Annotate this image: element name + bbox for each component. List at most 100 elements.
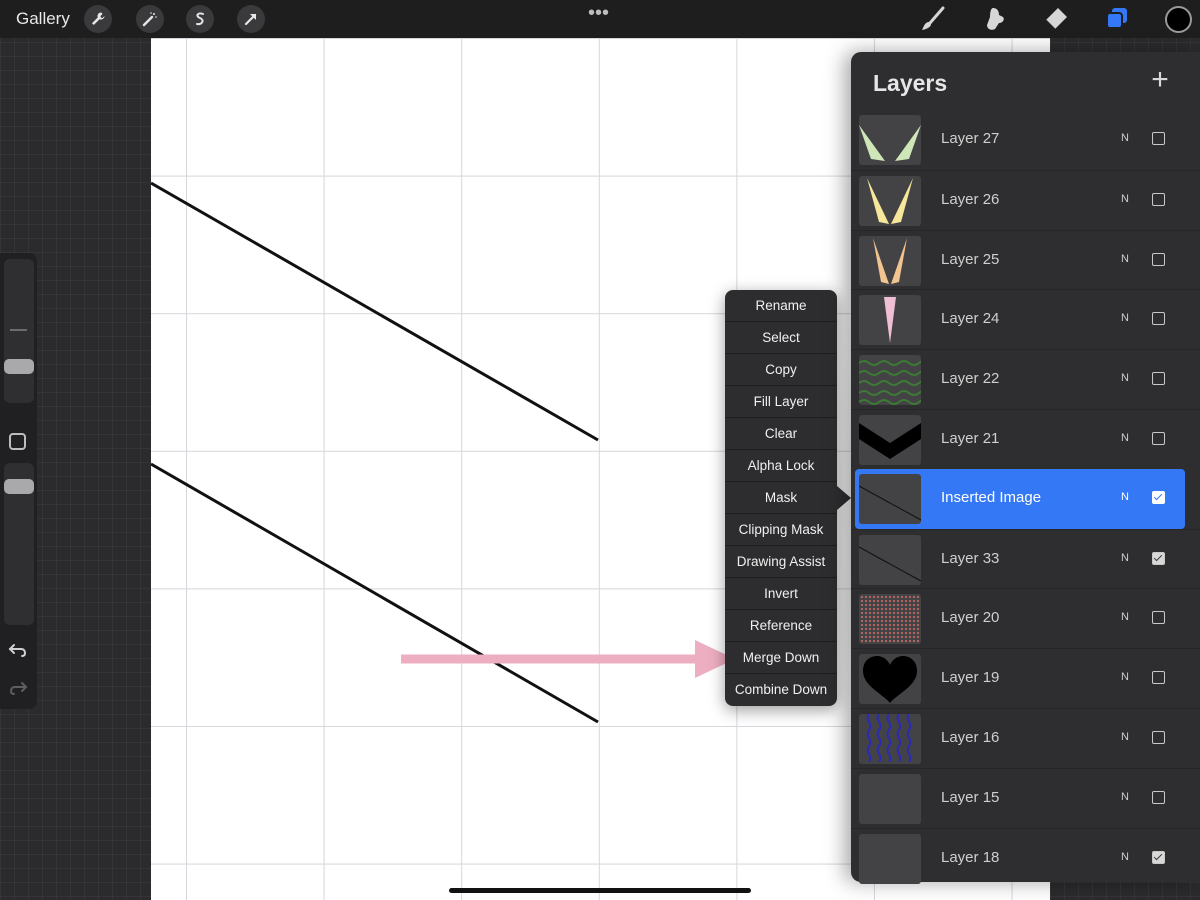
brush-size-slider[interactable] <box>4 259 34 403</box>
layer-name: Layer 27 <box>941 130 1000 147</box>
layer-row[interactable]: Layer 27 N <box>851 110 1200 170</box>
layer-thumbnail <box>859 773 921 824</box>
blend-mode-button[interactable]: N <box>1121 791 1129 803</box>
blend-mode-button[interactable]: N <box>1121 851 1129 863</box>
top-toolbar: Gallery ••• <box>0 0 1200 38</box>
redo-icon[interactable] <box>8 677 28 697</box>
visibility-checkbox[interactable] <box>1152 490 1165 504</box>
layer-thumbnail <box>859 295 921 346</box>
diagonal-stroke-bottom <box>151 462 599 724</box>
layer-name: Layer 20 <box>941 609 1000 627</box>
layer-thumbnail <box>859 414 921 465</box>
layer-name: Layer 15 <box>941 788 1000 806</box>
layer-thumbnail <box>859 175 921 226</box>
layer-thumbnail <box>859 115 921 165</box>
modify-button[interactable] <box>9 433 26 450</box>
layer-thumbnail <box>859 654 921 705</box>
layer-name: Layer 19 <box>941 669 1000 687</box>
layer-options-menu: Rename Select Copy Fill Layer Clear Alph… <box>725 290 837 706</box>
left-sidebar <box>0 253 37 709</box>
menu-item-clipping-mask[interactable]: Clipping Mask <box>725 514 837 546</box>
visibility-checkbox[interactable] <box>1152 312 1165 326</box>
visibility-checkbox[interactable] <box>1152 671 1165 685</box>
add-layer-button[interactable]: + <box>1147 65 1173 95</box>
layer-name: Layer 33 <box>941 549 1000 567</box>
blend-mode-button[interactable]: N <box>1121 132 1129 144</box>
blend-mode-button[interactable]: N <box>1121 372 1129 384</box>
undo-icon[interactable] <box>8 639 28 659</box>
visibility-checkbox[interactable] <box>1152 551 1165 565</box>
blend-mode-button[interactable]: N <box>1121 312 1129 324</box>
layer-row[interactable]: Layer 26 N <box>851 169 1200 230</box>
wrench-icon[interactable] <box>84 5 112 33</box>
layers-icon[interactable] <box>1102 4 1132 34</box>
layer-row[interactable]: Layer 19 N <box>851 648 1200 708</box>
gallery-button[interactable]: Gallery <box>16 9 70 29</box>
visibility-checkbox[interactable] <box>1152 372 1165 386</box>
menu-item-combine-down[interactable]: Combine Down <box>725 674 837 706</box>
brush-icon[interactable] <box>918 4 948 34</box>
blend-mode-button[interactable]: N <box>1121 671 1129 683</box>
layer-row[interactable]: Layer 33 N <box>851 528 1200 589</box>
blend-mode-button[interactable]: N <box>1121 193 1129 205</box>
menu-item-reference[interactable]: Reference <box>725 610 837 642</box>
diagonal-stroke-top <box>151 181 599 442</box>
layer-row[interactable]: Layer 25 N <box>851 229 1200 290</box>
opacity-slider[interactable] <box>4 463 34 625</box>
smudge-icon[interactable] <box>980 4 1010 34</box>
menu-item-drawing-assist[interactable]: Drawing Assist <box>725 546 837 578</box>
more-options-icon[interactable]: ••• <box>588 2 609 25</box>
menu-item-select[interactable]: Select <box>725 322 837 354</box>
layer-row[interactable]: Layer 20 N <box>851 588 1200 648</box>
menu-item-invert[interactable]: Invert <box>725 578 837 610</box>
layer-thumbnail <box>859 833 921 884</box>
eraser-icon[interactable] <box>1041 4 1071 34</box>
blend-mode-button[interactable]: N <box>1121 253 1129 265</box>
layer-list: Layer 27 N Layer 26 N Layer 25 N Layer 2… <box>851 110 1200 887</box>
layer-row[interactable]: Layer 24 N <box>851 289 1200 349</box>
visibility-checkbox[interactable] <box>1152 431 1165 445</box>
magic-wand-icon[interactable] <box>136 5 164 33</box>
menu-item-copy[interactable]: Copy <box>725 354 837 386</box>
layer-thumbnail <box>859 355 921 406</box>
menu-item-merge-down[interactable]: Merge Down <box>725 642 837 674</box>
brush-size-thumb[interactable] <box>4 359 34 374</box>
menu-item-clear[interactable]: Clear <box>725 418 837 450</box>
layer-thumbnail <box>859 713 921 764</box>
menu-item-alpha-lock[interactable]: Alpha Lock <box>725 450 837 482</box>
layer-row[interactable]: Layer 15 N <box>851 767 1200 828</box>
blend-mode-button[interactable]: N <box>1121 432 1129 444</box>
layer-name: Inserted Image <box>941 488 1042 506</box>
layer-name: Layer 26 <box>941 190 1000 208</box>
blend-mode-button[interactable]: N <box>1121 611 1129 623</box>
layer-row[interactable]: Layer 18 N <box>851 827 1200 888</box>
blend-mode-button[interactable]: N <box>1121 491 1129 503</box>
visibility-checkbox[interactable] <box>1152 850 1165 864</box>
visibility-checkbox[interactable] <box>1152 252 1165 266</box>
opacity-thumb[interactable] <box>4 479 34 494</box>
visibility-checkbox[interactable] <box>1152 132 1165 145</box>
color-picker-swatch[interactable] <box>1165 6 1192 33</box>
layer-thumbnail <box>859 235 921 286</box>
menu-item-fill-layer[interactable]: Fill Layer <box>725 386 837 418</box>
layer-thumbnail <box>859 594 921 645</box>
selection-icon[interactable] <box>186 5 214 33</box>
layer-row[interactable]: Layer 21 N <box>851 408 1200 469</box>
layer-row-selected[interactable]: Inserted Image N <box>855 468 1185 529</box>
visibility-checkbox[interactable] <box>1152 192 1165 206</box>
home-indicator <box>449 888 751 893</box>
visibility-checkbox[interactable] <box>1152 611 1165 625</box>
layer-row[interactable]: Layer 22 N <box>851 349 1200 409</box>
layer-name: Layer 24 <box>941 310 1000 328</box>
visibility-checkbox[interactable] <box>1152 730 1165 744</box>
blend-mode-button[interactable]: N <box>1121 731 1129 743</box>
layer-row[interactable]: Layer 16 N <box>851 707 1200 768</box>
layer-thumbnail <box>859 534 921 585</box>
menu-item-mask[interactable]: Mask <box>725 482 837 514</box>
visibility-checkbox[interactable] <box>1152 790 1165 804</box>
blend-mode-button[interactable]: N <box>1121 552 1129 564</box>
menu-item-rename[interactable]: Rename <box>725 290 837 322</box>
transform-arrow-icon[interactable] <box>237 5 265 33</box>
layer-name: Layer 16 <box>941 728 1000 746</box>
layer-thumbnail <box>859 473 921 524</box>
